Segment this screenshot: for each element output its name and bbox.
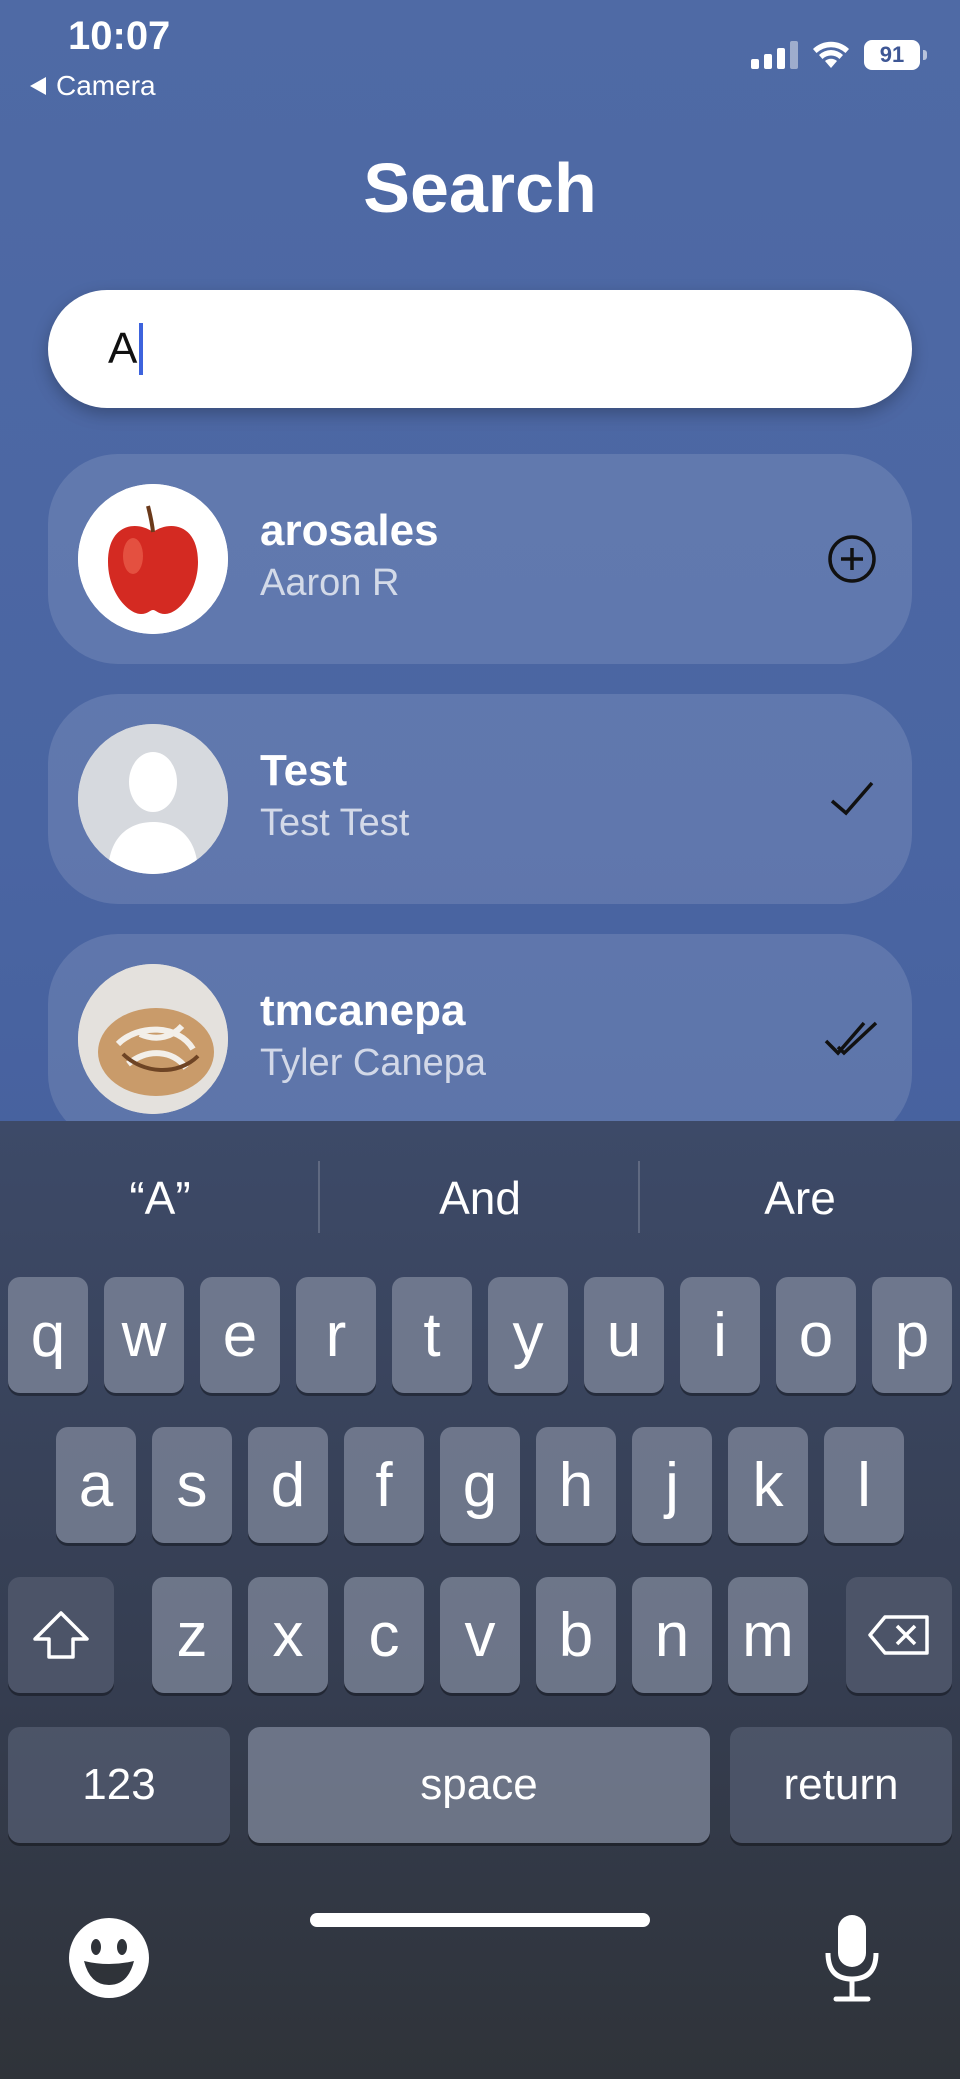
cinnamon-roll-image [78,964,228,1114]
key-m[interactable]: m [728,1577,808,1693]
suggestion-bar: “A” And Are [0,1121,960,1271]
return-key[interactable]: return [730,1727,952,1843]
key-f[interactable]: f [344,1427,424,1543]
microphone-icon[interactable] [822,1913,882,2003]
page-title: Search [363,149,597,227]
delete-key[interactable] [846,1577,952,1693]
key-x[interactable]: x [248,1577,328,1693]
space-key[interactable]: space [248,1727,710,1843]
backspace-icon [868,1615,929,1655]
key-i[interactable]: i [680,1277,760,1393]
add-circle-icon[interactable] [822,529,882,589]
suggestion-item[interactable]: “A” [0,1171,320,1225]
avatar [78,484,228,634]
search-input-value: A [108,324,138,373]
result-row-test[interactable]: Test Test Test [48,694,912,904]
key-c[interactable]: c [344,1577,424,1693]
result-username: tmcanepa [260,986,466,1035]
key-h[interactable]: h [536,1427,616,1543]
battery-level: 91 [879,42,905,67]
key-u[interactable]: u [584,1277,664,1393]
back-label: Camera [56,70,156,101]
search-screen: 10:07 Camera 91 Search A arosales Aaron … [0,0,960,2079]
shift-key[interactable] [8,1577,114,1693]
result-username: Test [260,746,348,795]
status-time: 10:07 [68,14,171,58]
key-z[interactable]: z [152,1577,232,1693]
person-silhouette-icon [78,724,228,874]
key-p[interactable]: p [872,1277,952,1393]
text-cursor [139,323,144,375]
result-row-arosales[interactable]: arosales Aaron R [48,454,912,664]
emoji-icon[interactable] [68,1917,150,1999]
avatar [78,964,228,1114]
result-full-name: Test Test [260,802,410,844]
key-v[interactable]: v [440,1577,520,1693]
key-t[interactable]: t [392,1277,472,1393]
key-b[interactable]: b [536,1577,616,1693]
apple-image [78,484,228,634]
key-a[interactable]: a [56,1427,136,1543]
battery-icon: 91 [864,40,927,70]
key-q[interactable]: q [8,1277,88,1393]
key-r[interactable]: r [296,1277,376,1393]
wifi-icon [813,41,849,68]
key-w[interactable]: w [104,1277,184,1393]
suggestion-item[interactable]: Are [640,1171,960,1225]
key-j[interactable]: j [632,1427,712,1543]
result-username: arosales [260,506,439,555]
key-o[interactable]: o [776,1277,856,1393]
key-l[interactable]: l [824,1427,904,1543]
result-full-name: Tyler Canepa [260,1042,487,1084]
cellular-signal-icon [751,41,798,69]
search-input[interactable]: A [48,290,912,408]
numbers-key[interactable]: 123 [8,1727,230,1843]
key-k[interactable]: k [728,1427,808,1543]
key-d[interactable]: d [248,1427,328,1543]
key-g[interactable]: g [440,1427,520,1543]
back-triangle-icon [30,77,46,95]
suggestion-item[interactable]: And [320,1171,640,1225]
avatar [78,724,228,874]
double-checkmark-icon[interactable] [822,1009,882,1069]
result-full-name: Aaron R [260,562,400,604]
key-s[interactable]: s [152,1427,232,1543]
checkmark-icon[interactable] [822,769,882,829]
back-to-camera-link[interactable]: Camera [30,70,156,102]
key-e[interactable]: e [200,1277,280,1393]
key-n[interactable]: n [632,1577,712,1693]
result-row-tmcanepa[interactable]: tmcanepa Tyler Canepa [48,934,912,1144]
key-y[interactable]: y [488,1277,568,1393]
shift-icon [33,1611,89,1659]
keyboard: “A” And Are q w e r t y u i o p a s d f … [0,1121,960,2079]
status-indicators: 91 [751,40,927,70]
home-indicator[interactable] [310,1913,650,1927]
